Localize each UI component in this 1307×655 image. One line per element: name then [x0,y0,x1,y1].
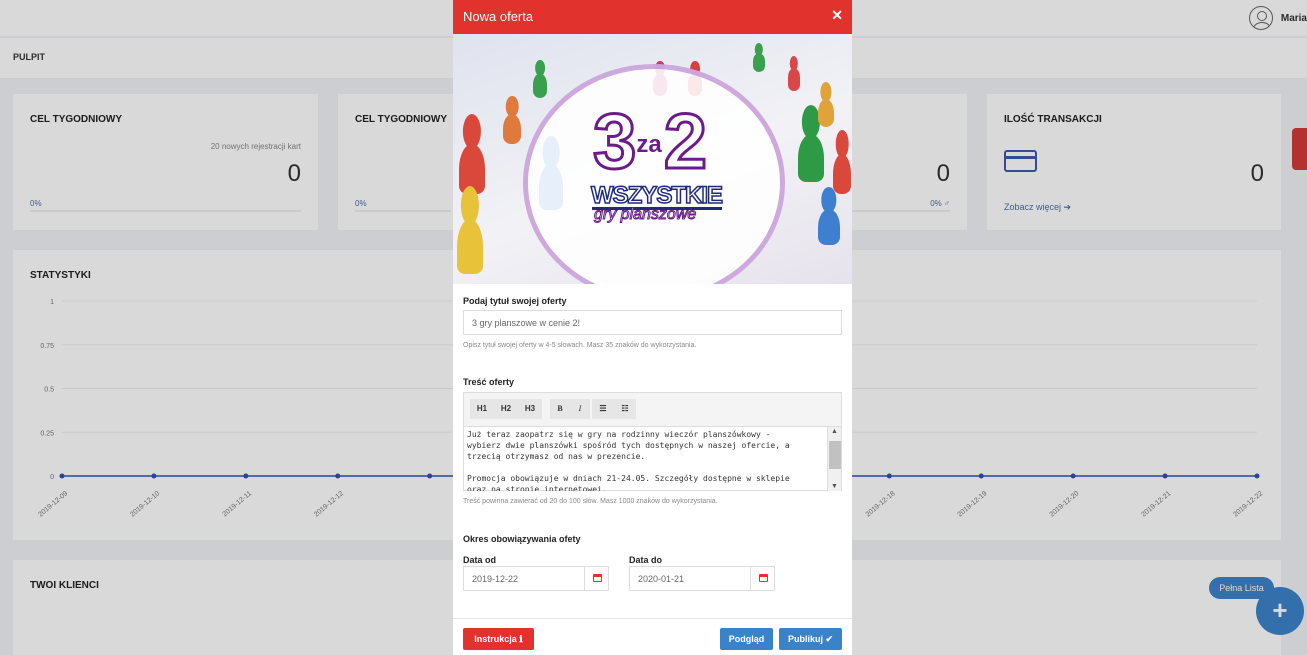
pawn-green-2 [753,54,765,72]
modal-title: Nowa oferta [463,9,534,24]
close-icon[interactable]: ✕ [831,7,843,24]
content-textarea[interactable]: Już teraz zaopatrz się w gry na rodzinny… [464,427,827,491]
pawn-green-3 [798,134,824,182]
h3-button[interactable]: H3 [518,399,542,419]
instructions-button[interactable]: Instrukcja ℹ [463,628,534,650]
footer-divider [453,618,852,619]
offer-banner-image: 3za2 WSZYSTKIE gry planszowe [453,34,852,284]
date-to-value: 2020-01-21 [638,574,685,584]
calendar-icon [593,574,602,582]
promo-headline: 3za2 [591,96,708,187]
publish-button[interactable]: Publikuj ✔ [779,628,842,650]
pawn-orange [503,114,521,144]
offer-title-help: Opisz tytuł swojej oferty w 4-5 słowach.… [463,342,697,349]
numbered-list-icon[interactable]: ☷ [614,399,636,419]
pawn-yellow [457,219,483,274]
period-label: Okres obowiązywania ofety [463,534,581,544]
calendar-icon [759,574,768,582]
pawn-red-3 [788,69,800,91]
content-help: Treść powinna zawierać od 20 do 100 słów… [463,498,718,505]
new-offer-modal: Nowa oferta ✕ 3za2 WSZYSTKIE gry planszo… [453,0,852,655]
bullet-list-icon[interactable]: ☰ [592,399,614,419]
date-from-input[interactable]: 2019-12-22 [463,566,609,591]
scroll-thumb[interactable] [829,441,841,469]
offer-title-input[interactable] [463,310,842,335]
promo-line-2: gry planszowe [593,206,697,224]
offer-title-label: Podaj tytuł swojej oferty [463,296,567,306]
editor-toolbar: H1 H2 H3 B I ☰ ☷ [464,393,841,427]
format-buttons: B I [550,399,590,419]
content-label: Treść oferty [463,377,515,387]
date-from-value: 2019-12-22 [472,574,519,584]
pawn-green [533,74,547,98]
italic-button[interactable]: I [570,399,590,419]
date-from-calendar-button[interactable] [584,567,608,590]
bold-button[interactable]: B [550,399,570,419]
pawn-red-4 [833,154,851,194]
date-to-input[interactable]: 2020-01-21 [629,566,775,591]
date-from-label: Data od [463,555,497,565]
scroll-down-icon[interactable]: ▼ [831,483,838,490]
h1-button[interactable]: H1 [470,399,494,419]
h2-button[interactable]: H2 [494,399,518,419]
scroll-up-icon[interactable]: ▲ [831,428,838,435]
date-to-label: Data do [629,555,663,565]
date-to-calendar-button[interactable] [750,567,774,590]
heading-buttons: H1 H2 H3 [470,399,542,419]
list-buttons: ☰ ☷ [592,399,636,419]
editor-scrollbar[interactable]: ▲ ▼ [827,427,841,491]
pawn-orange-2 [818,99,834,127]
content-editor: H1 H2 H3 B I ☰ ☷ Już teraz zaopatrz się … [463,392,842,491]
preview-button[interactable]: Podgląd [720,628,773,650]
modal-header: Nowa oferta ✕ [453,0,852,34]
pawn-blue-2 [818,209,840,245]
